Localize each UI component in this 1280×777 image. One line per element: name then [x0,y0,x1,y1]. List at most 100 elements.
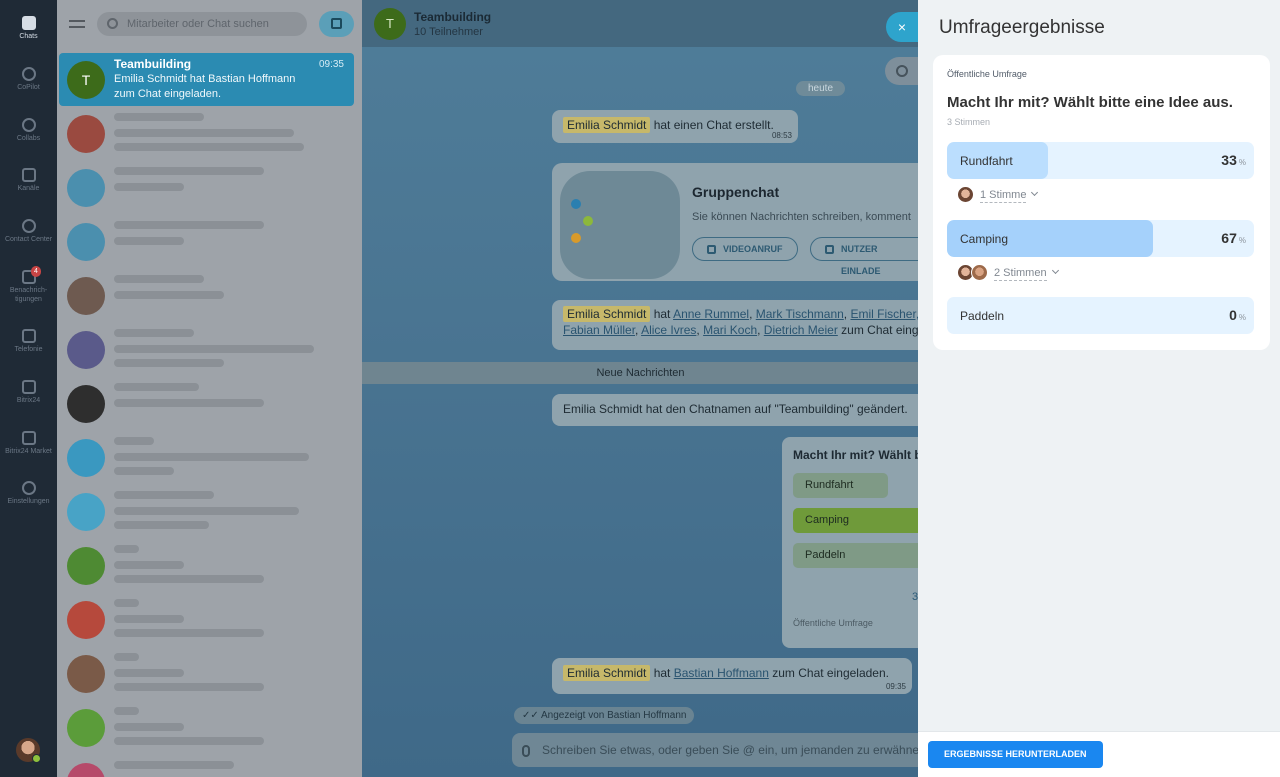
avatar [971,264,988,281]
blurred-text [114,113,204,121]
link-icon [893,62,911,80]
video-call-button[interactable]: VIDEOANRUF [692,237,798,261]
phone-icon [21,329,36,343]
card-text: Sie können Nachrichten schreiben, kommen… [692,211,911,223]
blurred-text [114,615,184,623]
rail-market[interactable]: Bitrix24 Market [0,431,57,456]
contact-center-icon [21,219,36,233]
list-item[interactable] [59,431,354,484]
rail-copilot[interactable]: CoPilot [0,67,57,92]
new-chat-button[interactable] [319,11,354,37]
paperclip-icon[interactable] [522,745,530,757]
participant-count[interactable]: 10 Teilnehmer [414,26,483,38]
user-mention[interactable]: Emilia Schmidt [563,306,651,322]
blurred-text [114,221,264,229]
copilot-icon [21,67,36,81]
rail-channels[interactable]: Kanäle [0,168,57,193]
rail-collabs[interactable]: Collabs [0,118,57,143]
compose-icon [331,18,342,29]
blurred-text [114,521,209,529]
blurred-text [114,629,264,637]
user-link[interactable]: Dietrich Meier [764,323,838,337]
blurred-text [114,237,184,245]
poll-question: Macht Ihr mit? Wählt bitte eine Idee aus… [947,94,1233,111]
result-option: Rundfahrt 33% [947,142,1254,179]
list-item[interactable] [59,215,354,268]
user-link[interactable]: Mari Koch [703,323,757,337]
blurred-text [114,737,264,745]
system-message: Emilia Schmidt hat Anne Rummel, Mark Tis… [552,300,919,350]
blurred-text [114,683,264,691]
list-item[interactable] [59,161,354,214]
list-item[interactable] [59,701,354,754]
read-receipt: ✓✓ Angezeigt von Bastian Hoffmann [514,707,695,724]
search-input[interactable]: Mitarbeiter oder Chat suchen [97,12,307,36]
poll-option-rundfahrt[interactable]: Rundfahrt [793,473,888,498]
list-item[interactable] [59,269,354,322]
rail-notifications[interactable]: 4 Benachrich-tigungen [0,266,57,304]
search-icon [107,18,118,29]
user-avatar[interactable] [16,738,41,763]
user-link[interactable]: Anne Rummel [673,307,749,321]
blurred-text [114,467,174,475]
user-link[interactable]: Fabian Müller [563,323,635,337]
phone-icon [707,245,716,254]
user-mention[interactable]: Emilia Schmidt [563,665,651,681]
user-link[interactable]: Mark Tischmann [756,307,844,321]
user-link[interactable]: Emil Fischer, [850,307,919,321]
rail-telephony[interactable]: Telefonie [0,329,57,354]
total-votes: 3 Stimmen [947,117,991,127]
blurred-text [114,669,184,677]
poll-message: Macht Ihr mit? Wählt bi Rundfahrt Campin… [782,437,919,648]
message-time: 08:53 [771,131,792,140]
blurred-text [114,723,184,731]
filter-icon[interactable] [69,16,85,32]
poll-option-camping[interactable]: Camping [793,508,919,533]
list-item[interactable] [59,323,354,376]
chat-title[interactable]: Teambuilding [414,10,491,24]
avatar[interactable]: T [374,8,406,40]
blurred-text [114,599,139,607]
list-item[interactable] [59,377,354,430]
rail-settings[interactable]: Einstellungen [0,481,57,506]
blurred-text [114,561,184,569]
user-link[interactable]: Alice Ivres [641,323,696,337]
chat-area: T Teambuilding 10 Teilnehmer heute Emili… [362,0,919,777]
list-item[interactable] [59,485,354,538]
avatar [67,115,105,153]
avatar [67,709,105,747]
list-item[interactable] [59,593,354,646]
rail-bitrix24[interactable]: Bitrix24 [0,380,57,405]
blurred-text [114,275,204,283]
list-item[interactable] [59,539,354,592]
poll-type: Öffentliche Umfrage [947,69,1027,79]
chevron-down-icon [1031,188,1039,197]
group-chat-card: Gruppenchat Sie können Nachrichten schre… [552,163,919,281]
chat-item-teambuilding[interactable]: T Teambuilding 09:35 Emilia Schmidt hat … [59,53,354,106]
avatar [67,385,105,423]
user-link[interactable]: Bastian Hoffmann [674,666,769,680]
blurred-text [114,575,264,583]
user-mention[interactable]: Emilia Schmidt [563,117,651,133]
card-title: Gruppenchat [692,184,780,200]
list-item[interactable] [59,755,354,777]
system-message: Emilia Schmidt hat den Chatnamen auf "Te… [552,394,919,426]
poll-option-paddeln[interactable]: Paddeln [793,543,919,568]
download-results-button[interactable]: ERGEBNISSE HERUNTERLADEN [928,741,1103,768]
gear-icon [21,481,36,495]
rail-contact-center[interactable]: Contact Center [0,219,57,244]
list-item[interactable] [59,107,354,160]
message-input[interactable]: Schreiben Sie etwas, oder geben Sie @ ei… [512,733,919,767]
voters-toggle[interactable]: 2 Stimmen [957,264,1059,282]
monitor-icon [21,380,36,394]
rail-chats[interactable]: Chats [0,16,57,41]
option-percent: 33% [1221,152,1246,168]
invite-users-button[interactable]: NUTZER EINLADE [810,237,919,276]
list-item[interactable] [59,647,354,700]
copy-link-button[interactable] [885,57,919,85]
voters-toggle[interactable]: 1 Stimme [957,186,1039,204]
close-panel-button[interactable]: × [886,12,918,42]
option-label: Rundfahrt [960,154,1013,168]
channel-icon [21,168,36,182]
avatar [67,331,105,369]
